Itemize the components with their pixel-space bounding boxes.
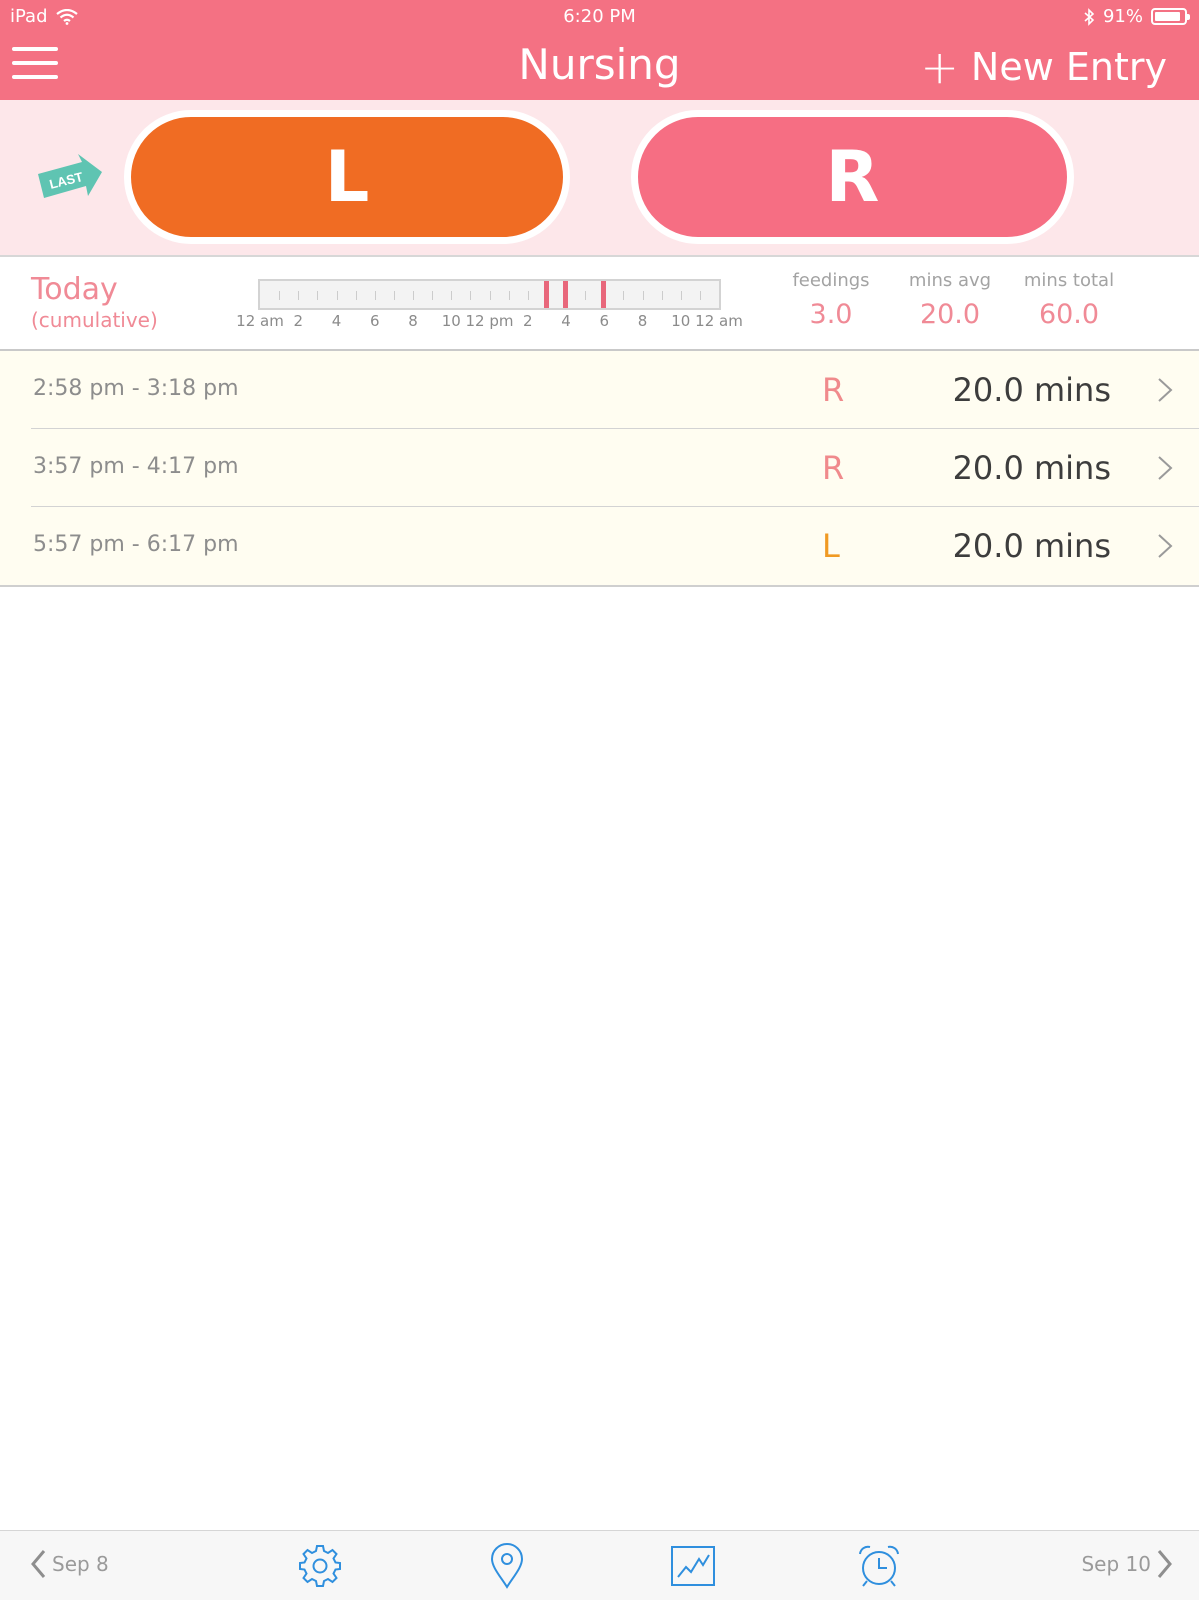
- timeline-label: 6: [369, 312, 380, 330]
- entry-side: L: [822, 527, 840, 565]
- chart-icon[interactable]: [670, 1543, 716, 1589]
- status-time: 6:20 PM: [563, 6, 636, 27]
- timeline-tick: [585, 291, 587, 300]
- timeline-label: 6: [599, 312, 610, 330]
- gear-icon[interactable]: [297, 1543, 343, 1589]
- next-day-label: Sep 10: [1081, 1552, 1151, 1576]
- timeline-tick: [279, 291, 281, 300]
- timeline-tick: [508, 291, 510, 300]
- today-summary: Today (cumulative) 12 am 2 4 6 8 10 12 pm 2 4 6 8 1…: [0, 258, 1199, 351]
- right-side-button[interactable]: R: [631, 110, 1074, 244]
- entry-duration: 20.0 mins: [952, 527, 1111, 565]
- alarm-clock-icon[interactable]: [856, 1543, 902, 1589]
- timeline-tick: [432, 291, 434, 300]
- new-entry-button[interactable]: + New Entry: [920, 44, 1167, 90]
- chevron-right-icon: [1158, 534, 1173, 558]
- timeline-label: 8: [408, 312, 418, 330]
- bottom-toolbar: Sep 8 Sep 10: [0, 1530, 1199, 1600]
- feedings-value: 3.0: [809, 299, 853, 330]
- timeline-tick: [336, 291, 338, 300]
- timeline-tick: [451, 291, 453, 300]
- entry-time: 3:57 pm - 4:17 pm: [33, 454, 239, 479]
- bluetooth-icon: [1084, 7, 1095, 26]
- timeline-label: 2: [522, 312, 533, 330]
- chevron-right-icon: [1157, 1550, 1172, 1578]
- timeline-tick: [413, 291, 414, 300]
- timeline-label: 8: [637, 312, 648, 330]
- feeding-mark: [544, 281, 550, 308]
- entry-row[interactable]: 2:58 pm - 3:18 pm R 20.0 mins: [0, 351, 1199, 429]
- timeline-label: 2: [293, 312, 304, 330]
- timeline-label: 4: [331, 312, 342, 330]
- timeline-tick: [355, 291, 357, 300]
- chevron-right-icon: [1158, 456, 1173, 480]
- entry-row[interactable]: 3:57 pm - 4:17 pm R 20.0 mins: [0, 429, 1199, 507]
- feedings-stat: feedings 3.0: [788, 270, 874, 330]
- timeline-tick: [374, 291, 376, 300]
- entry-time: 2:58 pm - 3:18 pm: [33, 376, 239, 401]
- next-day-button[interactable]: Sep 10: [1081, 1549, 1173, 1579]
- new-entry-label: New Entry: [970, 45, 1167, 89]
- feeding-mark: [563, 281, 569, 308]
- timeline-label: 4: [561, 312, 571, 330]
- entry-side: R: [822, 449, 845, 487]
- timeline-tick: [470, 291, 472, 300]
- timeline-tick: [317, 291, 319, 300]
- timeline-tick: [642, 291, 644, 300]
- mins-avg-label: mins avg: [908, 270, 992, 291]
- entry-row[interactable]: 5:57 pm - 6:17 pm L 20.0 mins: [0, 507, 1199, 585]
- chevron-left-icon: [31, 1550, 46, 1578]
- entry-duration: 20.0 mins: [952, 371, 1111, 409]
- timeline-tick: [527, 291, 529, 300]
- chevron-right-icon: [1158, 378, 1173, 402]
- timeline-label: 12 pm: [465, 312, 514, 330]
- battery-fill: [1155, 12, 1180, 21]
- entry-duration: 20.0 mins: [952, 449, 1111, 487]
- today-title: Today: [31, 272, 118, 307]
- timeline-tick: [489, 291, 491, 300]
- last-arrow-icon: LAST: [38, 154, 102, 198]
- today-subtitle: (cumulative): [31, 308, 158, 332]
- timeline-label: 12 am: [695, 312, 743, 330]
- plus-icon: +: [920, 40, 959, 94]
- timeline-tick: [393, 291, 395, 300]
- feedings-label: feedings: [792, 270, 870, 291]
- timeline-tick: [623, 291, 625, 300]
- previous-day-button[interactable]: Sep 8: [30, 1549, 109, 1579]
- side-selector: LAST L R: [0, 100, 1199, 257]
- right-side-label: R: [825, 136, 880, 218]
- timeline-tick: [298, 291, 300, 300]
- mins-total-value: 60.0: [1038, 299, 1100, 330]
- day-timeline: [258, 279, 721, 310]
- timeline-label: 10: [671, 312, 691, 330]
- status-right: 91%: [1083, 6, 1190, 27]
- left-side-label: L: [324, 136, 370, 218]
- timeline-label: 12 am: [236, 312, 284, 330]
- mins-total-label: mins total: [1023, 270, 1115, 291]
- timeline-label: 10: [441, 312, 461, 330]
- entries-list: 2:58 pm - 3:18 pm R 20.0 mins 3:57 pm - 4:1…: [0, 351, 1199, 587]
- location-pin-icon[interactable]: [484, 1543, 530, 1589]
- entry-time: 5:57 pm - 6:17 pm: [33, 532, 239, 557]
- timeline-tick: [680, 291, 682, 300]
- mins-avg-stat: mins avg 20.0: [905, 270, 995, 330]
- left-side-button[interactable]: L: [124, 110, 570, 244]
- battery-percent: 91%: [1102, 6, 1143, 27]
- timeline-tick: [699, 291, 701, 300]
- timeline-tick: [661, 291, 663, 300]
- previous-day-label: Sep 8: [52, 1552, 109, 1576]
- entry-side: R: [822, 371, 845, 409]
- battery-icon: [1151, 8, 1190, 25]
- mins-total-stat: mins total 60.0: [1018, 270, 1120, 330]
- feeding-mark: [601, 281, 607, 308]
- mins-avg-value: 20.0: [919, 299, 981, 330]
- top-bar: iPad 6:20 PM 91% Nursing + New Entry: [0, 0, 1199, 100]
